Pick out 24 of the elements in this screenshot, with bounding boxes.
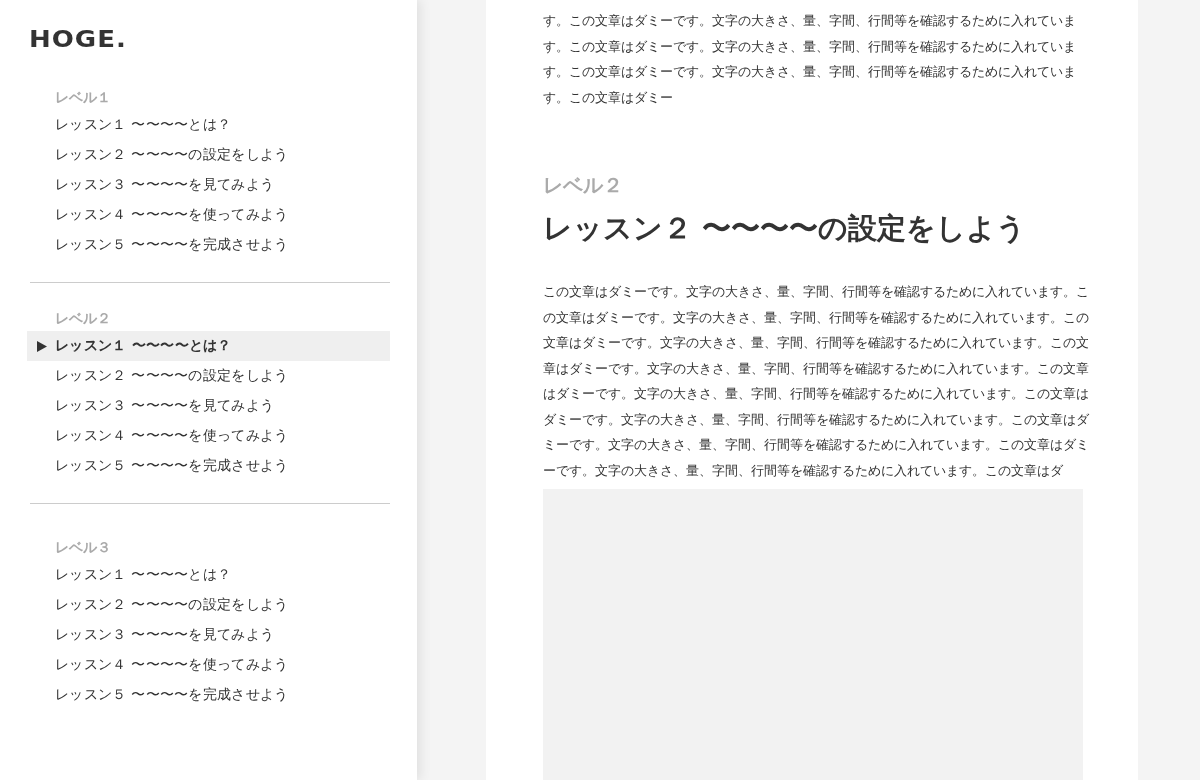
lesson-link[interactable]: レッスン５ 〜〜〜〜を完成させよう [27,680,390,710]
lesson-link[interactable]: レッスン３ 〜〜〜〜を見てみよう [27,620,390,650]
lesson-link[interactable]: レッスン２ 〜〜〜〜の設定をしよう [27,590,390,620]
lesson-link[interactable]: レッスン４ 〜〜〜〜を使ってみよう [27,421,390,451]
paragraph: この文章はダミーです。文字の大きさ、量、字間、行間等を確認するために入れています。この文章はダミーです。文字の大きさ、量、字間、行間等を確認するために入れています。この文章はダミーです。文字の大きさ、量、字間、行間等を確認するために入れています。この文章はダミーです。文字の大きさ、量、字間、行間等を確認するために入れています。この文章はダミーです。文字の大きさ、量、字間、行間等を確認するために入れています。この文章はダミーです。文字の大きさ、量、字間、行間等を確認するために入れています。この文章はダミーです。文字の大きさ、量、字間、行間等を確認するために入れています。この文章はダミーです。文字の大きさ、量、字間、行間等を確認するために入れています。この文章はダ [543,283,1090,480]
section-heading: レベル３ [54,538,111,557]
logo: HOGE. [29,25,127,53]
paragraph: す。この文章はダミーです。文字の大きさ、量、字間、行間等を確認するために入れています。この文章はダミーです。文字の大きさ、量、字間、行間等を確認するために入れています。この文章はダミーです。文字の大きさ、量、字間、行間等を確認するために入れています。この文章はダミー [543,12,1077,107]
lesson-link[interactable]: レッスン３ 〜〜〜〜を見てみよう [27,170,390,200]
section-heading: レベル２ [54,309,111,328]
lesson-link[interactable]: レッスン１ 〜〜〜〜とは？ [27,560,390,590]
section-heading: レベル１ [54,88,111,107]
triangle-icon [37,340,47,352]
lesson-link[interactable]: レッスン１ 〜〜〜〜とは？ [27,110,390,140]
lesson-title: レッスン２ 〜〜〜〜の設定をしよう [543,210,1027,247]
lesson-link[interactable]: レッスン２ 〜〜〜〜の設定をしよう [27,361,390,391]
level-label: レベル２ [543,172,623,199]
lesson-link[interactable]: レッスン４ 〜〜〜〜を使ってみよう [27,200,390,230]
lesson-link[interactable]: レッスン４ 〜〜〜〜を使ってみよう [27,650,390,680]
lesson-link[interactable]: レッスン５ 〜〜〜〜を完成させよう [27,230,390,260]
lesson-link[interactable]: レッスン３ 〜〜〜〜を見てみよう [27,391,390,421]
lesson-link[interactable]: レッスン２ 〜〜〜〜の設定をしよう [27,140,390,170]
lesson-link[interactable]: レッスン１ 〜〜〜〜とは？ [27,331,390,361]
lesson-link[interactable]: レッスン５ 〜〜〜〜を完成させよう [27,451,390,481]
